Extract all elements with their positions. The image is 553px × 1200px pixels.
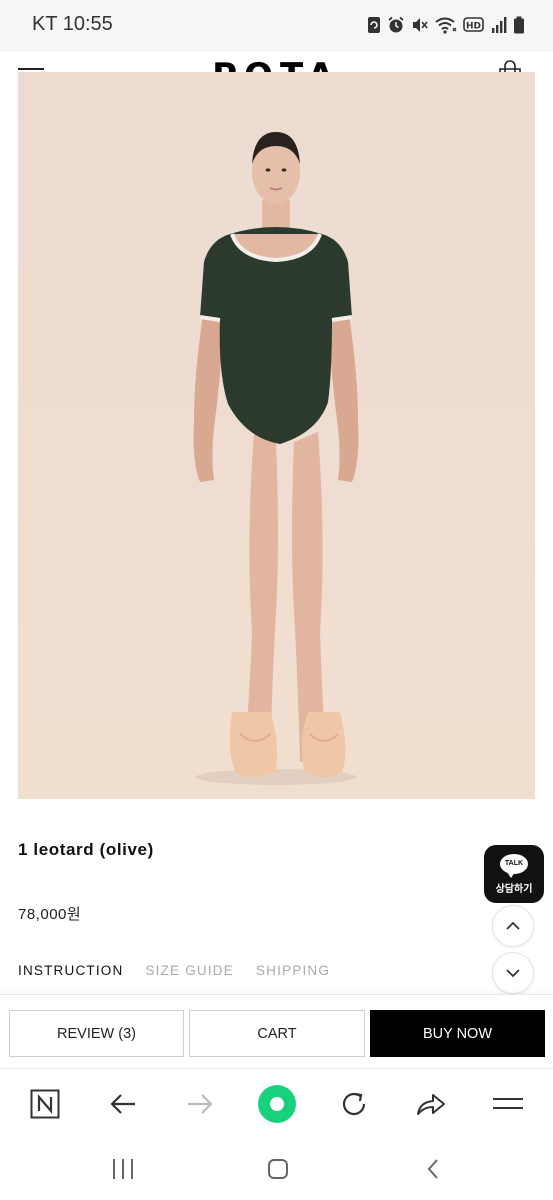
tab-shipping[interactable]: SHIPPING xyxy=(256,963,330,978)
reload-button[interactable] xyxy=(334,1084,374,1124)
naver-home-button[interactable] xyxy=(25,1084,65,1124)
status-bar: KT 10:55 HD xyxy=(0,0,553,52)
purchase-action-bar: REVIEW (3) CART BUY NOW xyxy=(0,994,553,1068)
model-illustration xyxy=(193,132,359,785)
hd-icon: HD xyxy=(463,17,484,32)
svg-text:HD: HD xyxy=(466,22,481,32)
sync-icon xyxy=(368,17,380,33)
battery-icon xyxy=(514,16,524,34)
product-image[interactable] xyxy=(18,72,535,799)
chevron-up-icon xyxy=(506,921,520,930)
back-button[interactable] xyxy=(103,1084,143,1124)
product-tabs: INSTRUCTION SIZE GUIDE SHIPPING xyxy=(18,963,330,978)
system-navigation-bar xyxy=(0,1138,553,1200)
product-price: 78,000원 xyxy=(18,906,82,923)
arrow-right-icon xyxy=(188,1094,213,1114)
scroll-top-button[interactable] xyxy=(492,905,534,947)
signal-icon xyxy=(492,17,507,33)
talk-label: 상담하기 xyxy=(495,883,533,895)
status-time: KT 10:55 xyxy=(32,13,113,35)
review-button[interactable]: REVIEW (3) xyxy=(9,1010,184,1057)
arrow-left-icon xyxy=(110,1094,135,1114)
green-dot-button[interactable] xyxy=(257,1084,297,1124)
wifi-icon xyxy=(435,17,457,34)
kakao-talk-button[interactable]: TALK 상담하기 xyxy=(484,845,544,903)
home-button[interactable] xyxy=(258,1154,298,1184)
add-to-cart-button[interactable]: CART xyxy=(189,1010,365,1057)
recent-apps-icon xyxy=(113,1159,133,1179)
naver-n-icon xyxy=(30,1089,60,1119)
browser-menu-button[interactable] xyxy=(488,1084,528,1124)
system-back-button[interactable] xyxy=(413,1154,453,1184)
green-dot-icon xyxy=(258,1085,296,1123)
product-name: 1 leotard (olive) xyxy=(18,840,154,859)
home-icon xyxy=(268,1159,288,1179)
forward-button[interactable] xyxy=(180,1084,220,1124)
chevron-left-icon xyxy=(427,1159,438,1179)
talk-bubble-icon: TALK xyxy=(500,853,528,878)
hamburger-icon xyxy=(493,1098,523,1109)
browser-toolbar xyxy=(0,1068,553,1138)
share-arrow-icon xyxy=(417,1094,445,1115)
tab-instruction[interactable]: INSTRUCTION xyxy=(18,963,123,978)
share-button[interactable] xyxy=(411,1084,451,1124)
mute-icon xyxy=(413,18,428,32)
reload-icon xyxy=(342,1092,366,1116)
chevron-down-icon xyxy=(506,969,520,978)
status-icons: HD xyxy=(367,14,525,36)
recent-apps-button[interactable] xyxy=(103,1154,143,1184)
scroll-bottom-button[interactable] xyxy=(492,952,534,994)
tab-size-guide[interactable]: SIZE GUIDE xyxy=(145,963,234,978)
alarm-icon xyxy=(388,16,404,33)
buy-now-button[interactable]: BUY NOW xyxy=(370,1010,545,1057)
product-page: KT 10:55 HD 1 leotard (olive) 78,000원 IN… xyxy=(0,0,553,1200)
